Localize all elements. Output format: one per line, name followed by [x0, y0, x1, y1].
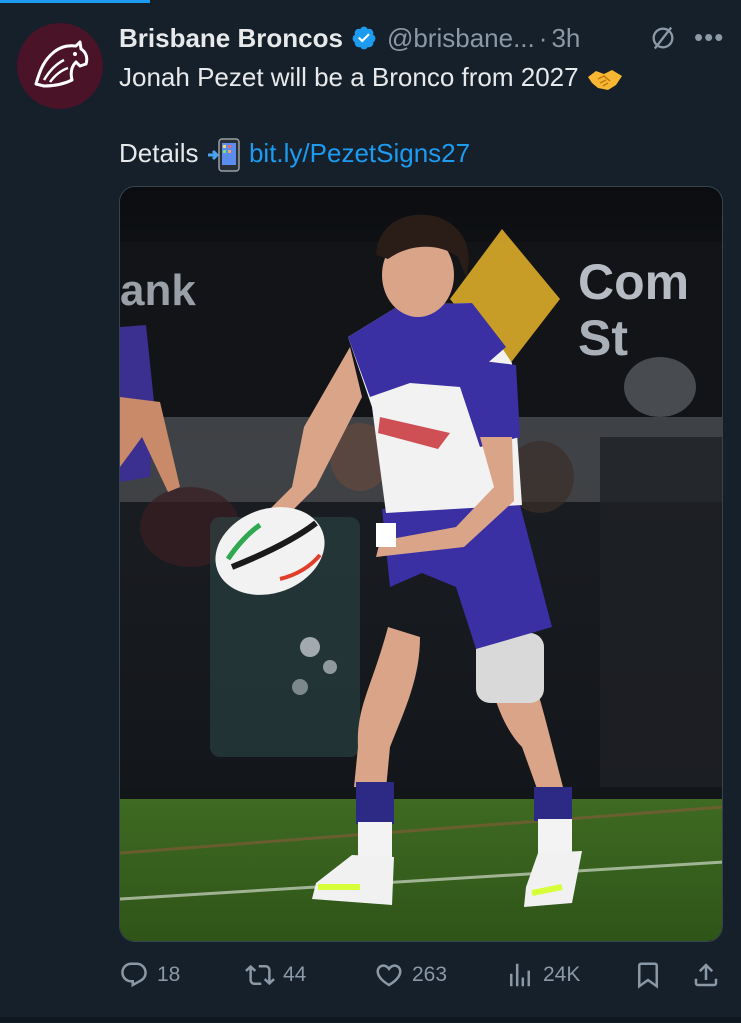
- views-button[interactable]: 24K: [505, 955, 580, 995]
- stadium-sign-right-2: St: [578, 310, 628, 366]
- reply-button[interactable]: 18: [119, 955, 180, 995]
- like-count: 263: [412, 963, 448, 986]
- bottom-divider: [0, 1017, 741, 1023]
- stadium-sign-right-1: Com: [578, 254, 689, 310]
- grok-icon[interactable]: [649, 24, 677, 52]
- top-accent-line: [0, 0, 150, 3]
- share-button[interactable]: [691, 955, 729, 995]
- tweet-text-line1: Jonah Pezet will be a Bronco from 2027: [119, 60, 624, 94]
- stadium-sign-left: ank: [120, 266, 196, 315]
- avatar[interactable]: [17, 23, 103, 109]
- handshake-emoji-icon: [587, 70, 622, 91]
- bookmark-button[interactable]: [633, 955, 671, 995]
- reply-icon: [121, 962, 147, 988]
- like-button[interactable]: 263: [374, 955, 447, 995]
- views-count: 24K: [543, 963, 581, 986]
- more-options-icon[interactable]: •••: [694, 22, 724, 53]
- share-icon: [694, 963, 718, 987]
- heart-icon: [376, 964, 402, 987]
- tweet-link[interactable]: bit.ly/PezetSigns27: [249, 138, 470, 168]
- tweet-actions-bar: 18 44 263 24K: [119, 955, 723, 995]
- bookmark-icon: [638, 962, 658, 989]
- repost-button[interactable]: 44: [245, 955, 306, 995]
- author-handle[interactable]: @brisbane...: [387, 23, 535, 54]
- tweet-media-photo[interactable]: ank Com St: [119, 186, 723, 942]
- mobile-phone-arrow-icon: [207, 138, 240, 172]
- views-chart-icon: [510, 963, 530, 987]
- bronco-logo-icon: [34, 40, 89, 88]
- tweet-text-line2: Details bit.ly/PezetSigns27: [119, 136, 470, 172]
- repost-icon: [245, 964, 275, 986]
- separator-dot: ·: [538, 22, 548, 53]
- repost-count: 44: [283, 963, 307, 986]
- author-name[interactable]: Brisbane Broncos: [119, 23, 343, 54]
- verified-badge-icon: [352, 26, 376, 50]
- tweet-header: Brisbane Broncos @brisbane... · 3h: [119, 20, 721, 56]
- reply-count: 18: [157, 963, 181, 986]
- timestamp[interactable]: 3h: [551, 23, 580, 54]
- details-label: Details: [119, 138, 199, 168]
- tweet-text: Jonah Pezet will be a Bronco from 2027: [119, 62, 579, 92]
